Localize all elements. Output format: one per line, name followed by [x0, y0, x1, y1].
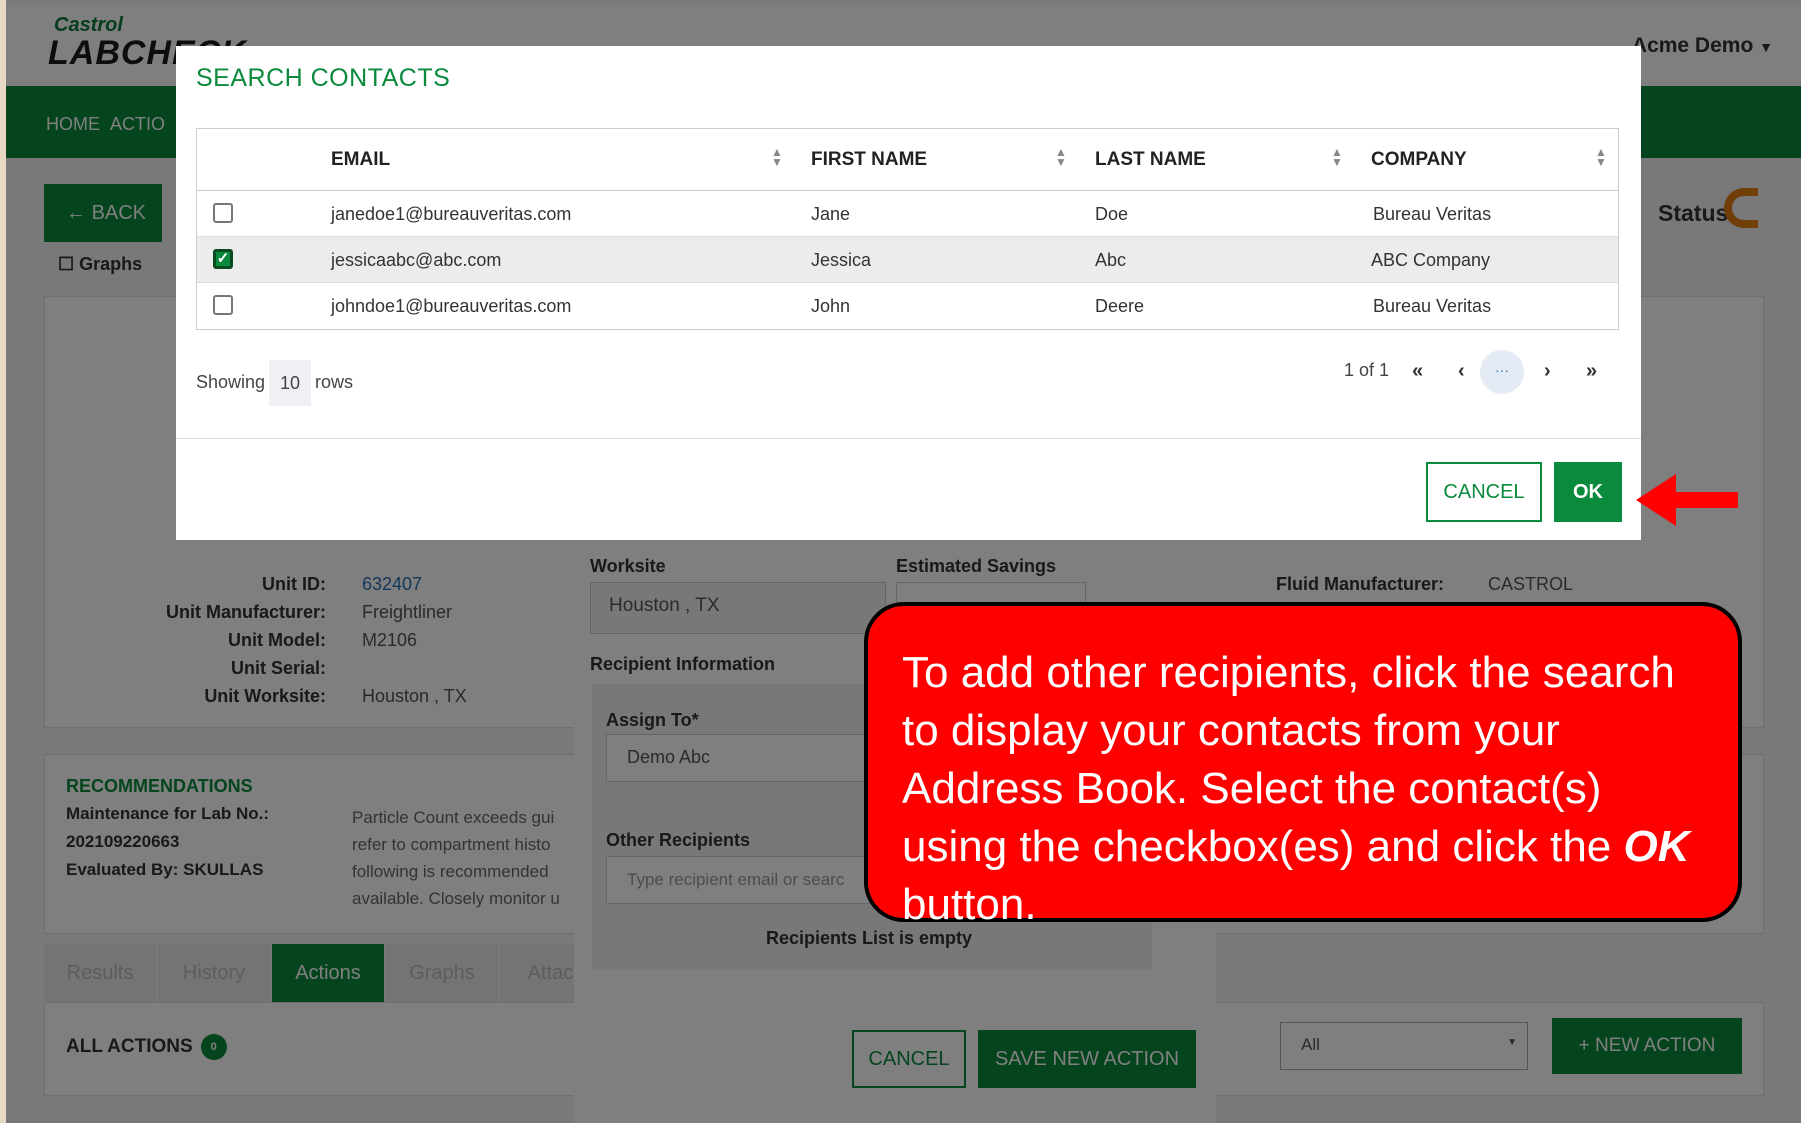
col-email[interactable]: EMAIL: [331, 149, 390, 171]
showing-label: Showing: [196, 371, 266, 392]
col-last-name[interactable]: LAST NAME: [1095, 149, 1206, 171]
prev-page-icon[interactable]: ‹: [1458, 360, 1465, 383]
last-page-icon[interactable]: »: [1586, 360, 1597, 383]
sort-icon[interactable]: ▲ ▼: [1595, 146, 1607, 168]
cell-company: Bureau Veritas: [1373, 204, 1492, 224]
search-contacts-modal: SEARCH CONTACTS EMAIL ▲ ▼ FIRST NAME ▲ ▼ L…: [176, 46, 1641, 540]
current-page-button[interactable]: ···: [1480, 350, 1524, 394]
row-checkbox[interactable]: [213, 203, 233, 223]
col-first-name[interactable]: FIRST NAME: [811, 149, 927, 171]
cell-last-name: Abc: [1095, 250, 1127, 270]
next-page-icon[interactable]: ›: [1544, 360, 1551, 383]
cell-first-name: Jane: [811, 204, 851, 224]
sort-icon[interactable]: ▲ ▼: [771, 146, 783, 168]
sort-icon[interactable]: ▲ ▼: [1055, 146, 1067, 168]
first-page-icon[interactable]: «: [1412, 360, 1423, 383]
cell-first-name: John: [811, 296, 851, 316]
rows-per-page: Showing 10 rows: [196, 360, 353, 406]
cell-email: johndoe1@bureauveritas.com: [331, 296, 572, 316]
cell-company: ABC Company: [1371, 250, 1491, 270]
contacts-table: EMAIL ▲ ▼ FIRST NAME ▲ ▼ LAST NAME ▲ ▼ COMP…: [196, 128, 1619, 330]
cell-last-name: Deere: [1095, 296, 1145, 316]
cell-email: jessicaabc@abc.com: [331, 250, 502, 270]
rows-label: rows: [315, 371, 354, 392]
modal-divider: [176, 438, 1641, 439]
rows-per-page-select[interactable]: 10: [269, 360, 312, 406]
sort-icon[interactable]: ▲ ▼: [1331, 146, 1343, 168]
cell-email: janedoe1@bureauveritas.com: [331, 204, 572, 224]
page-info: 1 of 1: [1344, 360, 1390, 380]
callout-text: To add other recipients, click the searc…: [902, 648, 1675, 871]
cancel-button[interactable]: CANCEL: [1426, 462, 1542, 522]
instruction-callout: To add other recipients, click the searc…: [864, 602, 1742, 929]
col-company[interactable]: COMPANY: [1371, 149, 1467, 171]
table-header: EMAIL ▲ ▼ FIRST NAME ▲ ▼ LAST NAME ▲ ▼ COMP…: [197, 129, 1618, 191]
row-checkbox[interactable]: [213, 295, 233, 315]
table-row[interactable]: ✓ jessicaabc@abc.com Jessica Abc ABC Com…: [197, 237, 1618, 283]
app-window: Castrol LABCHECK Acme Demo ▼ HOME ACTIO …: [6, 4, 1801, 1123]
cell-first-name: Jessica: [811, 250, 872, 270]
cell-company: Bureau Veritas: [1373, 296, 1492, 316]
modal-title: SEARCH CONTACTS: [196, 64, 451, 92]
table-row[interactable]: johndoe1@bureauveritas.com John Deere Bu…: [197, 283, 1618, 329]
table-row[interactable]: janedoe1@bureauveritas.com Jane Doe Bure…: [197, 191, 1618, 237]
ok-button[interactable]: OK: [1554, 462, 1622, 522]
callout-text-end: button.: [902, 880, 1037, 929]
callout-ok-word: OK: [1623, 822, 1690, 871]
row-checkbox-checked[interactable]: ✓: [213, 249, 233, 269]
cell-last-name: Doe: [1095, 204, 1129, 224]
arrow-left-icon: [1636, 474, 1738, 526]
